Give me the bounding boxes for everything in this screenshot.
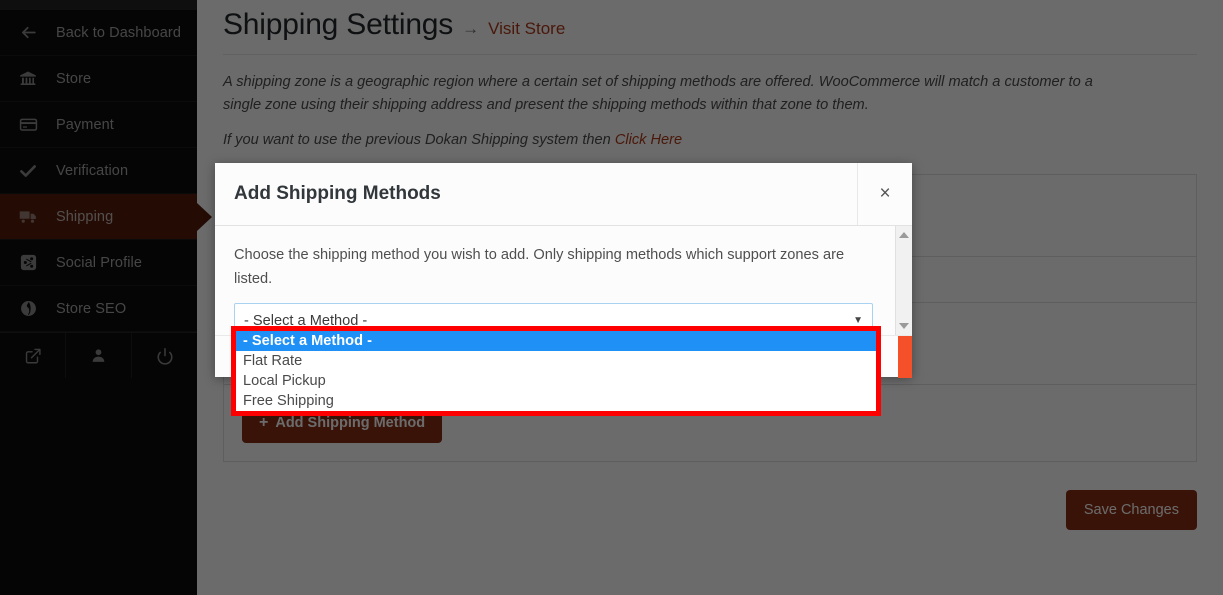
dropdown-option[interactable]: - Select a Method -: [236, 331, 876, 351]
modal-title: Add Shipping Methods: [234, 183, 441, 204]
shipping-method-dropdown-options[interactable]: - Select a Method - Flat Rate Local Pick…: [231, 326, 881, 416]
dropdown-option[interactable]: Local Pickup: [236, 371, 876, 391]
close-icon[interactable]: ×: [857, 163, 912, 225]
modal-description: Choose the shipping method you wish to a…: [234, 247, 845, 287]
modal-footer-accent: [898, 336, 912, 378]
scroll-down-arrow-icon[interactable]: [899, 323, 909, 329]
scroll-up-arrow-icon[interactable]: [899, 232, 909, 238]
dropdown-option[interactable]: Free Shipping: [236, 391, 876, 411]
modal-header: Add Shipping Methods ×: [215, 163, 912, 226]
modal-body: Choose the shipping method you wish to a…: [215, 226, 912, 335]
dropdown-option[interactable]: Flat Rate: [236, 351, 876, 371]
app-root: Back to Dashboard Store Payment Verifica…: [0, 0, 1223, 595]
modal-body-scrollbar[interactable]: [895, 226, 912, 335]
chevron-down-icon: ▼: [853, 315, 863, 327]
